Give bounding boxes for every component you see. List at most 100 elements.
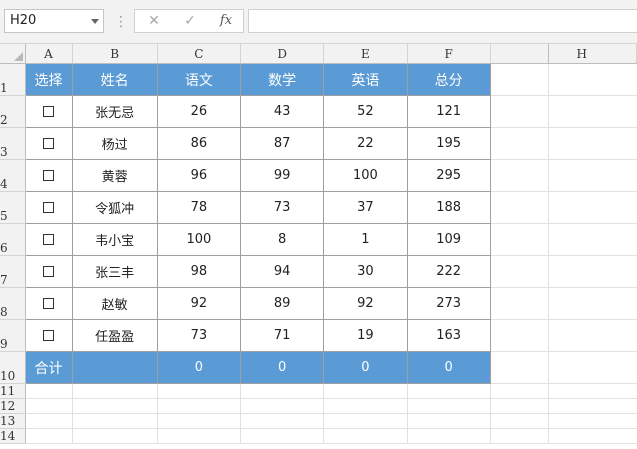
row-header[interactable]: 3 — [0, 127, 26, 160]
math-cell[interactable]: 43 — [240, 95, 325, 128]
name-box[interactable]: H20 — [4, 9, 104, 33]
chinese-cell[interactable]: 78 — [157, 191, 242, 224]
chevron-down-icon[interactable] — [91, 19, 99, 24]
empty-cell[interactable] — [490, 319, 549, 352]
select-all-corner[interactable] — [0, 44, 26, 64]
total-cell[interactable]: 109 — [407, 223, 491, 256]
total-cell[interactable]: 121 — [407, 95, 491, 128]
header-math[interactable]: 数学 — [240, 63, 325, 96]
column-header-g-hidden[interactable] — [490, 44, 549, 64]
column-header-f[interactable]: F — [407, 44, 491, 64]
math-cell[interactable]: 99 — [240, 159, 325, 192]
formula-input[interactable] — [248, 9, 637, 33]
row-header-14[interactable]: 14 — [0, 428, 26, 444]
checkbox[interactable] — [43, 298, 55, 309]
name-cell[interactable]: 张三丰 — [72, 255, 158, 288]
total-cell[interactable]: 273 — [407, 287, 491, 320]
header-english[interactable]: 英语 — [323, 63, 408, 96]
chinese-cell[interactable]: 92 — [157, 287, 242, 320]
total-cell[interactable]: 188 — [407, 191, 491, 224]
chinese-cell[interactable]: 26 — [157, 95, 242, 128]
empty-cell[interactable] — [490, 127, 549, 160]
row-header[interactable]: 9 — [0, 319, 26, 352]
name-cell[interactable]: 任盈盈 — [72, 319, 158, 352]
chinese-cell[interactable]: 86 — [157, 127, 242, 160]
english-cell[interactable]: 100 — [323, 159, 408, 192]
total-name-cell[interactable] — [72, 351, 158, 384]
select-cell[interactable] — [25, 255, 73, 288]
row-header-10[interactable]: 10 — [0, 351, 26, 384]
column-header-d[interactable]: D — [240, 44, 325, 64]
empty-cell[interactable] — [490, 255, 549, 288]
row-header-1[interactable]: 1 — [0, 63, 26, 96]
enter-icon[interactable]: ✓ — [173, 10, 207, 32]
row-header-13[interactable]: 13 — [0, 413, 26, 429]
chinese-cell[interactable]: 100 — [157, 223, 242, 256]
empty-cell[interactable] — [490, 351, 549, 384]
select-cell[interactable] — [25, 191, 73, 224]
name-cell[interactable]: 杨过 — [72, 127, 158, 160]
empty-cell[interactable] — [490, 159, 549, 192]
row-header[interactable]: 4 — [0, 159, 26, 192]
row-header[interactable]: 6 — [0, 223, 26, 256]
select-cell[interactable] — [25, 159, 73, 192]
chinese-cell[interactable]: 98 — [157, 255, 242, 288]
header-name[interactable]: 姓名 — [72, 63, 158, 96]
select-cell[interactable] — [25, 95, 73, 128]
math-cell[interactable]: 8 — [240, 223, 325, 256]
math-cell[interactable]: 94 — [240, 255, 325, 288]
name-cell[interactable]: 张无忌 — [72, 95, 158, 128]
empty-cell[interactable] — [490, 191, 549, 224]
empty-cell[interactable] — [490, 287, 549, 320]
name-cell[interactable]: 赵敏 — [72, 287, 158, 320]
total-english[interactable]: 0 — [323, 351, 408, 384]
row-header[interactable]: 7 — [0, 255, 26, 288]
header-chinese[interactable]: 语文 — [157, 63, 242, 96]
english-cell[interactable]: 37 — [323, 191, 408, 224]
checkbox[interactable] — [43, 170, 55, 181]
name-cell[interactable]: 黄蓉 — [72, 159, 158, 192]
total-cell[interactable]: 222 — [407, 255, 491, 288]
column-header-a[interactable]: A — [25, 44, 73, 64]
cancel-icon[interactable]: ✕ — [137, 10, 171, 32]
column-header-c[interactable]: C — [157, 44, 242, 64]
total-math[interactable]: 0 — [240, 351, 325, 384]
math-cell[interactable]: 87 — [240, 127, 325, 160]
math-cell[interactable]: 71 — [240, 319, 325, 352]
row-header[interactable]: 5 — [0, 191, 26, 224]
select-cell[interactable] — [25, 319, 73, 352]
more-options-icon[interactable]: ⋮ — [114, 14, 128, 30]
column-header-b[interactable]: B — [72, 44, 158, 64]
total-cell[interactable]: 163 — [407, 319, 491, 352]
row-header-12[interactable]: 12 — [0, 398, 26, 414]
math-cell[interactable]: 89 — [240, 287, 325, 320]
total-chinese[interactable]: 0 — [157, 351, 242, 384]
select-cell[interactable] — [25, 127, 73, 160]
empty-cell[interactable] — [490, 95, 549, 128]
empty-cell[interactable] — [548, 255, 637, 288]
total-cell[interactable]: 195 — [407, 127, 491, 160]
chinese-cell[interactable]: 73 — [157, 319, 242, 352]
checkbox[interactable] — [43, 138, 55, 149]
empty-cell[interactable] — [548, 351, 637, 384]
chinese-cell[interactable]: 96 — [157, 159, 242, 192]
total-total[interactable]: 0 — [407, 351, 491, 384]
empty-cell[interactable] — [490, 223, 549, 256]
header-select[interactable]: 选择 — [25, 63, 73, 96]
row-header[interactable]: 8 — [0, 287, 26, 320]
total-label[interactable]: 合计 — [25, 351, 73, 384]
select-cell[interactable] — [25, 287, 73, 320]
insert-function-icon[interactable]: fx — [209, 10, 243, 32]
empty-cell[interactable] — [548, 287, 637, 320]
total-cell[interactable]: 295 — [407, 159, 491, 192]
english-cell[interactable]: 22 — [323, 127, 408, 160]
english-cell[interactable]: 1 — [323, 223, 408, 256]
row-header-11[interactable]: 11 — [0, 383, 26, 399]
checkbox[interactable] — [43, 106, 55, 117]
english-cell[interactable]: 52 — [323, 95, 408, 128]
checkbox[interactable] — [43, 330, 55, 341]
empty-cell[interactable] — [548, 95, 637, 128]
row-header[interactable]: 2 — [0, 95, 26, 128]
empty-cell[interactable] — [548, 127, 637, 160]
empty-cell[interactable] — [548, 159, 637, 192]
